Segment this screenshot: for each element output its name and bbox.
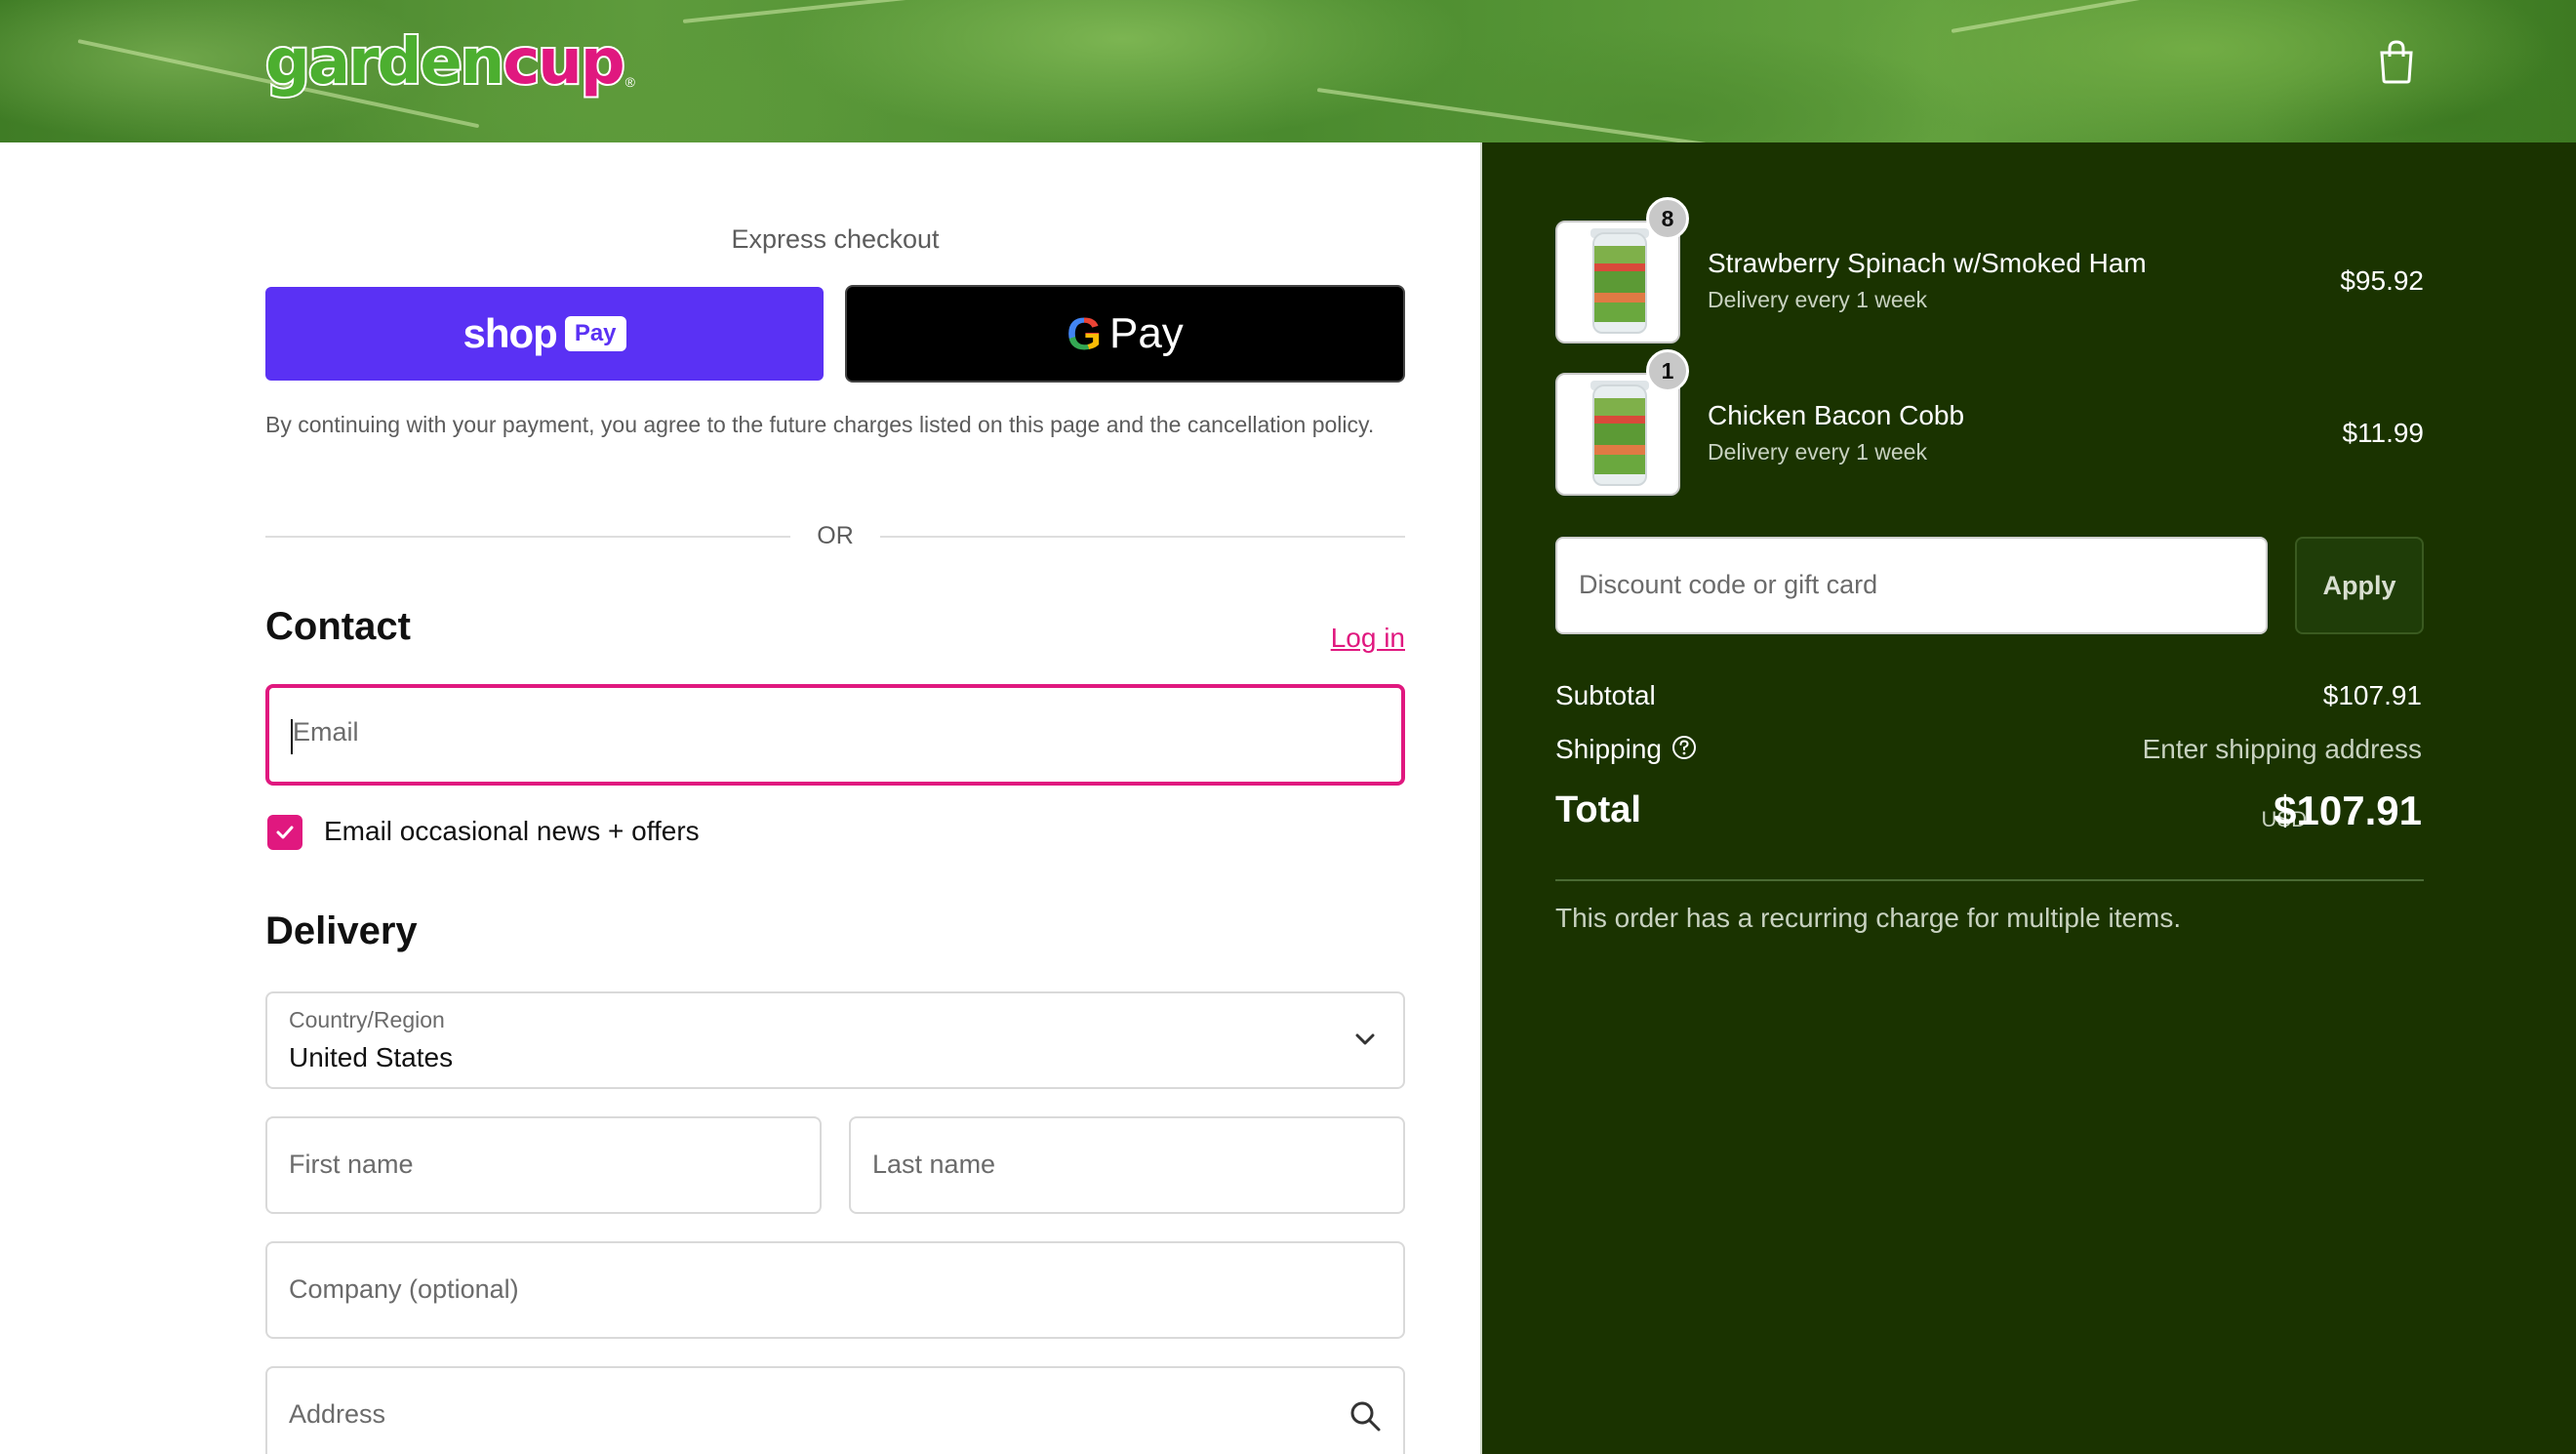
divider-right [880, 536, 1405, 538]
company-placeholder: Company (optional) [289, 1274, 519, 1304]
divider-left [265, 536, 790, 538]
logo-registered-mark: ® [624, 74, 635, 90]
address-placeholder: Address [289, 1399, 386, 1429]
google-pay-label: Pay [1108, 309, 1184, 357]
country-label: Country/Region [289, 1007, 445, 1032]
first-name-field[interactable]: First name [265, 1116, 822, 1214]
login-link[interactable]: Log in [1331, 623, 1405, 654]
total-label: Total [1555, 789, 1641, 830]
line-item: 8 Strawberry Spinach w/Smoked Ham Delive… [1555, 197, 2424, 343]
recurring-charge-note: This order has a recurring charge for mu… [1555, 903, 2182, 933]
company-field[interactable]: Company (optional) [265, 1241, 1405, 1339]
quantity-badge: 8 [1646, 197, 1689, 240]
shop-pay-badge: Pay [564, 316, 626, 351]
shipping-value: Enter shipping address [2142, 734, 2422, 764]
address-field[interactable]: Address [265, 1366, 1405, 1454]
delivery-heading: Delivery [265, 909, 418, 952]
product-name: Strawberry Spinach w/Smoked Ham [1708, 248, 2147, 278]
shipping-label: Shipping [1555, 734, 1662, 764]
last-name-placeholder: Last name [872, 1150, 996, 1179]
newsletter-label: Email occasional news + offers [324, 816, 700, 846]
product-subtitle: Delivery every 1 week [1708, 287, 1927, 312]
quantity-badge: 1 [1646, 349, 1689, 392]
subtotal-value: $107.91 [2322, 680, 2422, 710]
shop-pay-button[interactable]: shop Pay [265, 287, 824, 381]
contact-heading: Contact [265, 605, 411, 648]
newsletter-checkbox[interactable] [267, 815, 302, 850]
express-checkout-title: Express checkout [731, 224, 940, 254]
brand-logo[interactable]: gardencup ® [263, 24, 635, 101]
leaf-vein [1316, 88, 1782, 142]
salad-jar-image [1592, 384, 1647, 486]
product-price: $95.92 [2340, 265, 2424, 296]
leaf-vein [682, 0, 1188, 23]
product-price: $11.99 [2342, 418, 2424, 448]
product-subtitle: Delivery every 1 week [1708, 439, 1927, 464]
first-name-placeholder: First name [289, 1150, 414, 1179]
payment-terms-notice: By continuing with your payment, you agr… [265, 412, 1375, 437]
or-separator: OR [817, 522, 854, 549]
shopping-bag-icon[interactable] [2377, 39, 2416, 84]
shop-pay-wordmark: shop [463, 310, 557, 356]
email-placeholder: Email [293, 717, 359, 747]
discount-code-input[interactable]: Discount code or gift card [1555, 537, 2268, 634]
header-banner: gardencup ® [0, 0, 2576, 142]
checkmark-icon [276, 826, 294, 839]
leaf-vein [1951, 0, 2317, 33]
product-name: Chicken Bacon Cobb [1708, 400, 1965, 430]
apply-discount-button[interactable]: Apply [2295, 537, 2424, 634]
country-value: United States [289, 1042, 454, 1072]
country-select[interactable]: Country/Region United States [265, 991, 1405, 1089]
salad-jar-image [1592, 232, 1647, 334]
chevron-down-icon [1355, 1033, 1375, 1045]
logo-text: gardencup [263, 24, 627, 101]
total-amount: $107.91 [2274, 788, 2422, 833]
google-pay-button[interactable]: G Pay [845, 285, 1405, 383]
line-item: 1 Chicken Bacon Cobb Delivery every 1 we… [1555, 349, 2424, 496]
discount-placeholder: Discount code or gift card [1579, 570, 1878, 599]
subtotal-label: Subtotal [1555, 680, 1656, 710]
search-icon[interactable] [1348, 1399, 1382, 1433]
google-g-icon: G [1067, 308, 1102, 359]
order-summary: 8 Strawberry Spinach w/Smoked Ham Delive… [1480, 142, 2576, 1454]
email-field[interactable]: Email [265, 684, 1405, 786]
summary-divider [1555, 879, 2424, 881]
last-name-field[interactable]: Last name [849, 1116, 1405, 1214]
help-circle-icon[interactable] [1671, 735, 1697, 760]
